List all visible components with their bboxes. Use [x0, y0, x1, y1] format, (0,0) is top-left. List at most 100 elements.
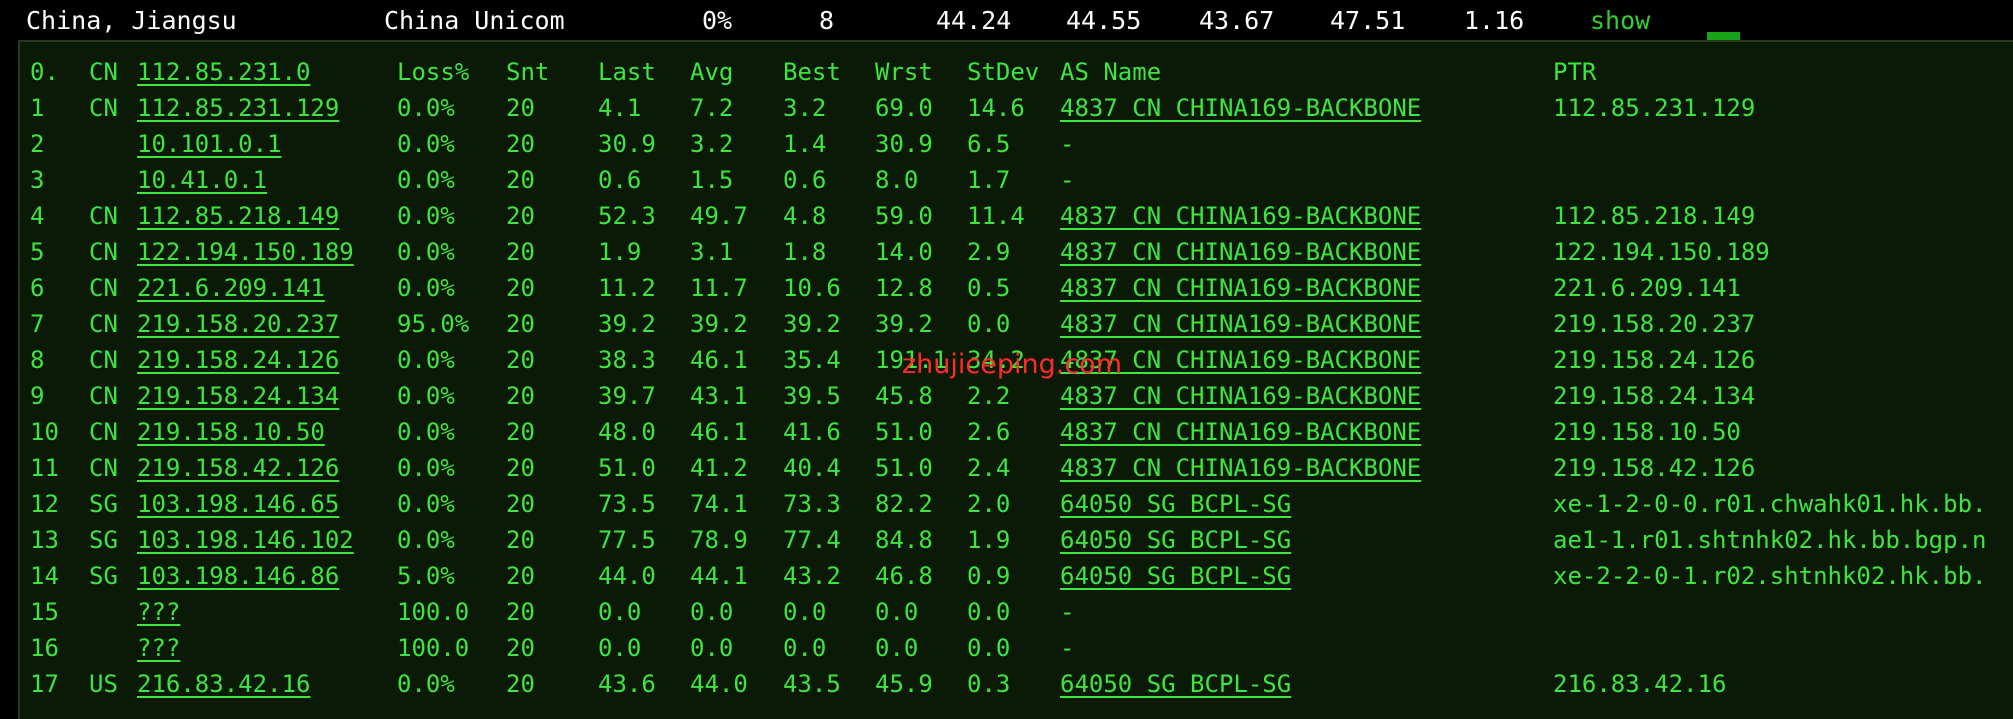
cell-num: 4 — [30, 202, 45, 230]
cell-best: 77.4 — [783, 526, 841, 554]
cell-as: AS Name — [1060, 58, 1162, 86]
cell-ptr: xe-1-2-0-0.r01.chwahk01.hk.bb. — [1553, 490, 1987, 518]
cell-best: 3.2 — [783, 94, 827, 122]
cell-stdev: StDev — [967, 58, 1040, 86]
cell-best: 0.0 — [783, 598, 827, 626]
cell-host[interactable]: 112.85.231.0 — [137, 54, 310, 90]
cell-snt: 20 — [506, 274, 535, 302]
cell-loss: 0.0% — [397, 238, 455, 266]
cell-wrst: 51.0 — [875, 454, 933, 482]
cell-stdev: 2.0 — [967, 490, 1011, 518]
cell-snt: 20 — [506, 310, 535, 338]
cell-last: 0.6 — [598, 166, 642, 194]
cell-host[interactable]: 103.198.146.102 — [137, 522, 354, 558]
cell-snt: 20 — [506, 238, 535, 266]
cell-as[interactable]: 4837 CN CHINA169-BACKBONE — [1060, 90, 1421, 126]
cell-last: 11.2 — [598, 274, 656, 302]
cell-stdev: 0.0 — [967, 598, 1011, 626]
cell-host[interactable]: 216.83.42.16 — [137, 666, 310, 702]
cell-ptr: 219.158.24.134 — [1553, 382, 1756, 410]
active-indicator — [1707, 32, 1740, 40]
cell-best: 35.4 — [783, 346, 841, 374]
cell-cc: SG — [89, 562, 118, 590]
cell-num: 7 — [30, 310, 45, 338]
cell-as[interactable]: 64050 SG BCPL-SG — [1060, 522, 1291, 558]
cell-avg: 0.0 — [690, 634, 734, 662]
cell-as[interactable]: 64050 SG BCPL-SG — [1060, 666, 1291, 702]
cell-last: 1.9 — [598, 238, 642, 266]
cell-as[interactable]: 4837 CN CHINA169-BACKBONE — [1060, 306, 1421, 342]
cell-as[interactable]: 4837 CN CHINA169-BACKBONE — [1060, 198, 1421, 234]
summary-sent: 8 — [819, 6, 835, 35]
cell-loss: 0.0% — [397, 670, 455, 698]
cell-loss: 0.0% — [397, 382, 455, 410]
cell-host[interactable]: ??? — [137, 630, 180, 666]
cell-cc: CN — [89, 418, 118, 446]
cell-wrst: Wrst — [875, 58, 933, 86]
cell-snt: 20 — [506, 130, 535, 158]
table-row: 7 CN 219.158.20.237 95.0% 20 39.2 39.2 39.2 39.2… — [20, 306, 2013, 342]
cell-host[interactable]: ??? — [137, 594, 180, 630]
cell-last: 30.9 — [598, 130, 656, 158]
cell-host[interactable]: 221.6.209.141 — [137, 270, 325, 306]
cell-best: 73.3 — [783, 490, 841, 518]
cell-best: 10.6 — [783, 274, 841, 302]
cell-cc: CN — [89, 274, 118, 302]
cell-stdev: 2.9 — [967, 238, 1011, 266]
table-row: 1 CN 112.85.231.129 0.0% 20 4.1 7.2 3.2 69.0 14.6… — [20, 90, 2013, 126]
cell-snt: 20 — [506, 490, 535, 518]
cell-host[interactable]: 10.101.0.1 — [137, 126, 282, 162]
cell-best: 1.4 — [783, 130, 827, 158]
cell-wrst: 51.0 — [875, 418, 933, 446]
cell-host[interactable]: 122.194.150.189 — [137, 234, 354, 270]
table-row: 2 10.101.0.1 0.0% 20 30.9 3.2 1.4 30.9 6.5 - — [20, 126, 2013, 162]
cell-num: 16 — [30, 634, 59, 662]
cell-host[interactable]: 103.198.146.65 — [137, 486, 339, 522]
cell-num: 10 — [30, 418, 59, 446]
cell-as: - — [1060, 598, 1075, 626]
cell-loss: 0.0% — [397, 454, 455, 482]
cell-as[interactable]: 4837 CN CHINA169-BACKBONE — [1060, 450, 1421, 486]
cell-host[interactable]: 103.198.146.86 — [137, 558, 339, 594]
table-row: 17 US 216.83.42.16 0.0% 20 43.6 44.0 43.5 45.9 0.… — [20, 666, 2013, 702]
table-row: 10 CN 219.158.10.50 0.0% 20 48.0 46.1 41.6 51.0 2… — [20, 414, 2013, 450]
cell-as[interactable]: 4837 CN CHINA169-BACKBONE — [1060, 378, 1421, 414]
cell-avg: 0.0 — [690, 598, 734, 626]
show-button[interactable]: show — [1590, 6, 1650, 35]
cell-wrst: 84.8 — [875, 526, 933, 554]
cell-as[interactable]: 4837 CN CHINA169-BACKBONE — [1060, 270, 1421, 306]
cell-cc: CN — [89, 238, 118, 266]
summary-location: China, Jiangsu — [26, 6, 237, 35]
cell-as[interactable]: 64050 SG BCPL-SG — [1060, 486, 1291, 522]
table-row: 15??? 100.0 20 0.0 0.0 0.0 0.0 0.0 - — [20, 594, 2013, 630]
cell-avg: 44.0 — [690, 670, 748, 698]
summary-loss: 0% — [702, 6, 733, 35]
cell-ptr: 219.158.10.50 — [1553, 418, 1741, 446]
cell-last: 38.3 — [598, 346, 656, 374]
cell-host[interactable]: 112.85.231.129 — [137, 90, 339, 126]
cell-host[interactable]: 219.158.24.134 — [137, 378, 339, 414]
table-row: 3 10.41.0.1 0.0% 20 0.6 1.5 0.6 8.0 1.7 - — [20, 162, 2013, 198]
cell-loss: 0.0% — [397, 274, 455, 302]
cell-avg: 44.1 — [690, 562, 748, 590]
cell-host[interactable]: 112.85.218.149 — [137, 198, 339, 234]
cell-as[interactable]: 64050 SG BCPL-SG — [1060, 558, 1291, 594]
cell-avg: 1.5 — [690, 166, 734, 194]
cell-as[interactable]: 4837 CN CHINA169-BACKBONE — [1060, 414, 1421, 450]
cell-host[interactable]: 219.158.10.50 — [137, 414, 325, 450]
cell-host[interactable]: 219.158.42.126 — [137, 450, 339, 486]
cell-avg: 39.2 — [690, 310, 748, 338]
table-row: 12 SG 103.198.146.65 0.0% 20 73.5 74.1 73.3 82.2… — [20, 486, 2013, 522]
cell-cc: CN — [89, 346, 118, 374]
cell-host[interactable]: 219.158.20.237 — [137, 306, 339, 342]
cell-snt: 20 — [506, 670, 535, 698]
cell-wrst: 82.2 — [875, 490, 933, 518]
cell-num: 15 — [30, 598, 59, 626]
cell-host[interactable]: 10.41.0.1 — [137, 162, 267, 198]
cell-host[interactable]: 219.158.24.126 — [137, 342, 339, 378]
cell-last: 39.7 — [598, 382, 656, 410]
table-row: 6 CN 221.6.209.141 0.0% 20 11.2 11.7 10.6 12.8 0.… — [20, 270, 2013, 306]
cell-stdev: 0.9 — [967, 562, 1011, 590]
cell-as[interactable]: 4837 CN CHINA169-BACKBONE — [1060, 234, 1421, 270]
cell-loss: 0.0% — [397, 418, 455, 446]
